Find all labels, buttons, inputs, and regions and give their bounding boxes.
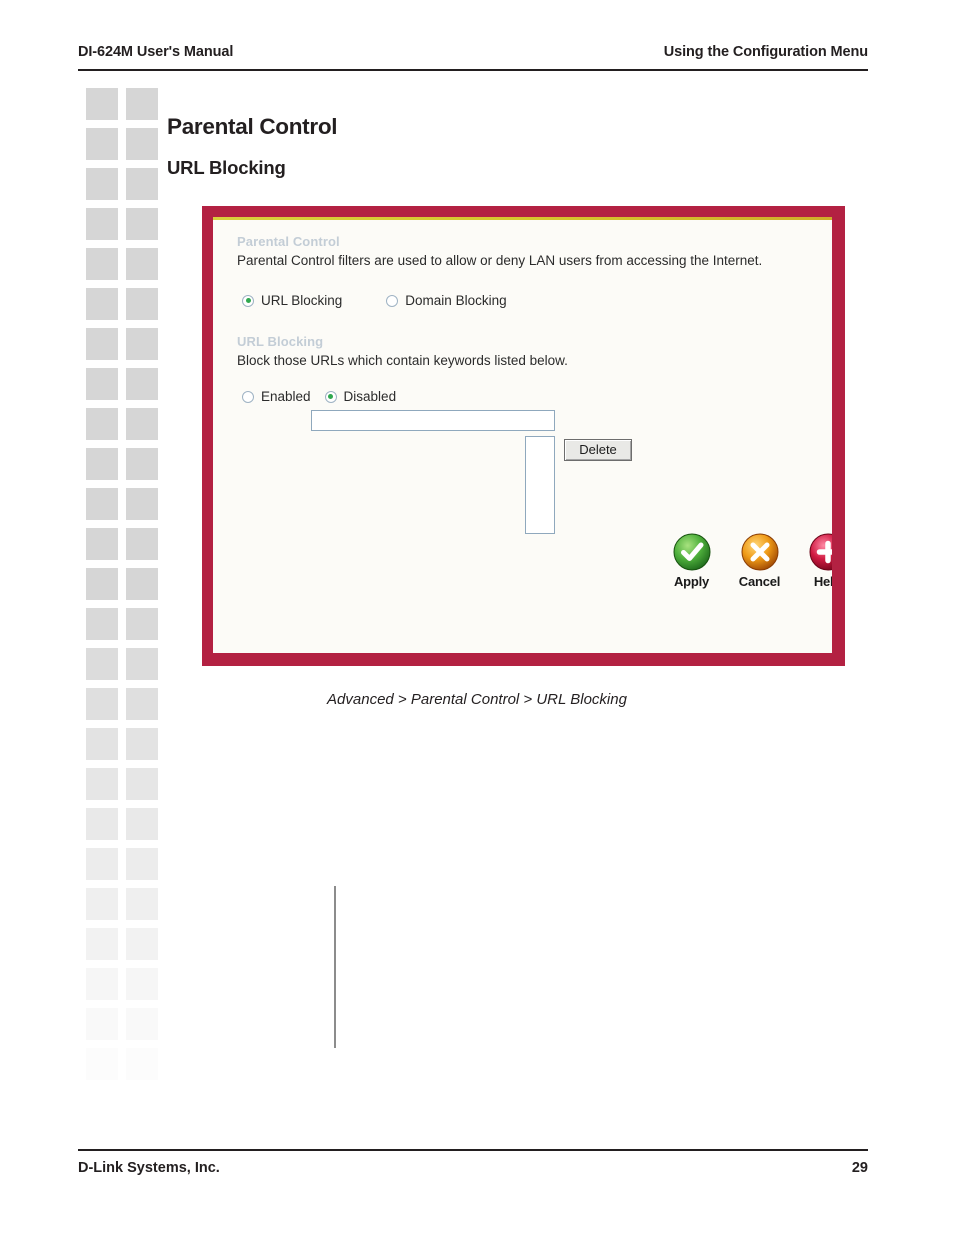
vertical-rule-artifact [334,886,336,1048]
decorative-square [86,1048,118,1080]
page-header: DI-624M User's Manual Using the Configur… [78,44,868,76]
radio-indicator-url-blocking[interactable] [242,294,254,307]
decorative-square [126,608,158,640]
help-button[interactable]: Help [801,533,832,591]
decorative-square [126,1008,158,1040]
decorative-square [86,448,118,480]
decorative-square [86,808,118,840]
decorative-square [86,528,118,560]
decorative-square [86,128,118,160]
decorative-square [126,248,158,280]
decorative-square [86,248,118,280]
cross-circle-icon [741,533,779,571]
decorative-square [126,488,158,520]
page-footer: D-Link Systems, Inc. 29 [78,1149,868,1183]
radio-option-enabled[interactable]: Enabled [242,389,311,404]
decorative-square [86,488,118,520]
decorative-square [86,608,118,640]
cancel-button-label: Cancel [738,574,781,589]
router-ui-figure: Parental Control Parental Control filter… [202,206,845,666]
check-circle-icon [673,533,711,571]
decorative-square [86,848,118,880]
decorative-square [86,1008,118,1040]
decorative-square [86,408,118,440]
header-divider [78,69,868,71]
decorative-square [126,448,158,480]
page-number: 29 [851,1160,868,1176]
router-config-panel: Parental Control Parental Control filter… [213,220,832,653]
decorative-square [126,808,158,840]
action-button-row: Apply Cancel He [665,533,832,591]
radio-label-domain-blocking: Domain Blocking [405,293,507,308]
decorative-square [126,328,158,360]
radio-option-disabled[interactable]: Disabled [324,389,397,404]
decorative-square [126,848,158,880]
figure-frame: Parental Control Parental Control filter… [202,206,845,666]
apply-button[interactable]: Apply [665,533,718,591]
parental-control-mode-radio-group: URL Blocking Domain Blocking [242,293,507,308]
page-title: Parental Control [167,114,338,139]
apply-button-label: Apply [673,574,710,589]
plus-circle-icon [809,533,832,571]
header-section-title: Using the Configuration Menu [663,44,868,60]
decorative-square [86,768,118,800]
decorative-square [86,208,118,240]
radio-label-disabled: Disabled [343,389,397,404]
decorative-square [86,968,118,1000]
figure-inner: Parental Control Parental Control filter… [213,217,832,653]
header-manual-title: DI-624M User's Manual [78,44,234,60]
figure-caption: Advanced > Parental Control > URL Blocki… [327,691,627,708]
decorative-square [126,768,158,800]
section-description-url-blocking: Block those URLs which contain keywords … [237,353,568,368]
radio-indicator-disabled[interactable] [324,390,337,403]
section-heading-url-blocking: URL Blocking [237,334,324,349]
delete-button[interactable]: Delete [564,439,632,461]
decorative-square [126,1048,158,1080]
decorative-square [126,568,158,600]
radio-label-url-blocking: URL Blocking [261,293,343,308]
radio-option-domain-blocking[interactable]: Domain Blocking [386,293,507,308]
decorative-square [126,128,158,160]
decorative-square [86,288,118,320]
decorative-square [86,888,118,920]
section-description-parental-control: Parental Control filters are used to all… [237,253,763,268]
page-subtitle: URL Blocking [167,157,286,178]
decorative-square [126,728,158,760]
decorative-square [86,168,118,200]
decorative-square [86,328,118,360]
footer-company: D-Link Systems, Inc. [78,1160,220,1176]
help-button-label: Help [813,574,832,589]
decorative-square [126,928,158,960]
decorative-square [126,408,158,440]
radio-indicator-enabled[interactable] [242,390,254,403]
decorative-square [86,368,118,400]
decorative-square [126,288,158,320]
decorative-square [126,648,158,680]
section-heading-parental-control: Parental Control [237,234,340,249]
decorative-square [86,568,118,600]
decorative-square [86,88,118,120]
decorative-square [86,728,118,760]
decorative-square [126,528,158,560]
radio-label-enabled: Enabled [261,389,311,404]
decorative-square [126,968,158,1000]
decorative-square [126,208,158,240]
decorative-square [126,888,158,920]
decorative-square [86,928,118,960]
decorative-square-grid [86,88,162,1118]
radio-option-url-blocking[interactable]: URL Blocking [242,293,342,308]
decorative-square [126,88,158,120]
radio-indicator-domain-blocking[interactable] [386,294,399,307]
url-blocking-state-radio-group: Enabled Disabled [242,389,396,404]
decorative-square [126,368,158,400]
footer-divider [78,1149,868,1151]
decorative-square [126,168,158,200]
keyword-list-box[interactable] [525,436,555,534]
decorative-square [86,648,118,680]
cancel-button[interactable]: Cancel [733,533,786,591]
keyword-input[interactable] [311,410,555,431]
